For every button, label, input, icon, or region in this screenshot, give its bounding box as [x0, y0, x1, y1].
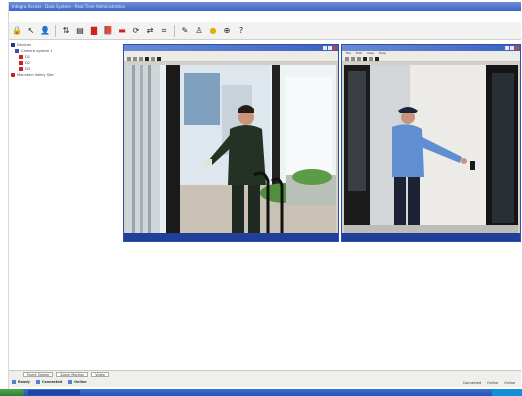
menu-file[interactable]: File: [346, 51, 351, 56]
door-icon[interactable]: ▇: [88, 25, 100, 37]
person-icon[interactable]: ♙: [193, 25, 205, 37]
alarm-icon[interactable]: ▬: [116, 25, 128, 37]
menu-help[interactable]: Help: [379, 51, 386, 56]
bell-icon[interactable]: ●: [207, 25, 219, 37]
folder-icon: [11, 43, 15, 47]
video-status-bar: [124, 233, 338, 241]
device-tree: Devices Camera system 1 D1 D2 D3 Mountai…: [11, 42, 123, 78]
minimize-icon[interactable]: [505, 46, 509, 50]
video-toolbar: [124, 56, 338, 62]
menu-edit[interactable]: Edit: [356, 51, 362, 56]
zoom-icon[interactable]: ⊕: [221, 25, 233, 37]
close-icon[interactable]: [515, 46, 519, 50]
video-window-titlebar[interactable]: [124, 45, 338, 51]
toolbar-separator: [55, 24, 56, 37]
site-icon: [11, 73, 15, 77]
filter-icon[interactable]: ⌗: [158, 25, 170, 37]
help-icon[interactable]: ?: [235, 25, 247, 37]
pause-icon[interactable]: [351, 56, 355, 61]
transfer-icon[interactable]: ⇄: [144, 25, 156, 37]
refresh-icon[interactable]: ⟳: [130, 25, 142, 37]
status-text: Ready: [18, 380, 30, 384]
book-icon[interactable]: 📕: [102, 25, 114, 37]
status-text: Connected: [41, 380, 63, 384]
cards-icon[interactable]: ▤: [74, 25, 86, 37]
play-icon[interactable]: [345, 56, 349, 61]
minimize-icon[interactable]: [323, 46, 327, 50]
status-area: Event Viewer Alarm Monitor Video Ready C…: [9, 370, 521, 387]
video-window-titlebar[interactable]: [342, 45, 520, 51]
tree-item[interactable]: Mountain Valley Site: [11, 72, 123, 78]
title-bar: Integra Access · Data System - Real Time…: [9, 2, 521, 11]
video-status-bar: [342, 233, 520, 241]
status-text: Online: [74, 380, 87, 384]
maximize-icon[interactable]: [328, 46, 332, 50]
status-item: Connected: [35, 380, 63, 384]
pointer-icon[interactable]: ↖: [25, 25, 37, 37]
os-taskbar: [0, 389, 522, 396]
stop-icon[interactable]: [139, 56, 143, 61]
status-item: Ready: [12, 380, 30, 384]
lock-icon[interactable]: 🔒: [11, 25, 23, 37]
tab-alarm-monitor[interactable]: Alarm Monitor: [56, 372, 89, 377]
door-icon: [19, 61, 23, 65]
status-icon: [35, 380, 40, 384]
record-icon[interactable]: [363, 56, 367, 61]
camera-icon[interactable]: [157, 56, 161, 61]
door-icon: [19, 67, 23, 71]
play-icon[interactable]: [127, 56, 131, 61]
tree-item-label: Mountain Valley Site: [17, 73, 54, 77]
toolbar-separator: [174, 24, 175, 37]
camera-icon[interactable]: [375, 56, 379, 61]
user-icon[interactable]: 👤: [39, 25, 51, 37]
status-item: Online: [68, 380, 87, 384]
video-toolbar: [342, 56, 520, 62]
camera-icon: [15, 49, 19, 53]
video-feed-left: [126, 65, 336, 233]
tab-event-viewer[interactable]: Event Viewer: [23, 372, 54, 377]
status-right-item: Connected: [462, 381, 482, 385]
tool-icon[interactable]: ✎: [179, 25, 191, 37]
video-window-right[interactable]: File Edit View Help: [341, 44, 521, 242]
main-toolbar: 🔒 ↖ 👤 ⇅ ▤ ▇ 📕 ▬ ⟳ ⇄ ⌗ ✎ ♙ ● ⊕ ?: [9, 22, 521, 40]
bottom-tabs: Event Viewer Alarm Monitor Video: [9, 371, 521, 378]
start-button[interactable]: [0, 389, 24, 396]
snapshot-icon[interactable]: [151, 56, 155, 61]
snapshot-icon[interactable]: [369, 56, 373, 61]
pause-icon[interactable]: [133, 56, 137, 61]
status-right-item: Online: [487, 381, 499, 385]
application-window: Integra Access · Data System - Real Time…: [8, 2, 521, 396]
status-right-item: Online: [504, 381, 515, 385]
door-icon: [19, 55, 23, 59]
video-frame-security-guard: [344, 65, 518, 233]
status-items: Ready Connected Online: [9, 378, 521, 386]
maximize-icon[interactable]: [510, 46, 514, 50]
system-tray: [492, 389, 522, 396]
taskbar-app-button[interactable]: [28, 390, 80, 395]
video-frame-businessman: [126, 65, 336, 233]
status-right: Connected Online Online: [463, 381, 515, 385]
video-window-left[interactable]: [123, 44, 339, 242]
close-icon[interactable]: [333, 46, 337, 50]
menu-view[interactable]: View: [367, 51, 374, 56]
sort-icon[interactable]: ⇅: [60, 25, 72, 37]
tab-video[interactable]: Video: [91, 372, 109, 377]
video-feed-right: [344, 65, 518, 233]
record-icon[interactable]: [145, 56, 149, 61]
status-icon: [12, 380, 16, 384]
stop-icon[interactable]: [357, 56, 361, 61]
status-icon: [68, 380, 73, 384]
window-title: Integra Access · Data System - Real Time…: [12, 4, 126, 9]
